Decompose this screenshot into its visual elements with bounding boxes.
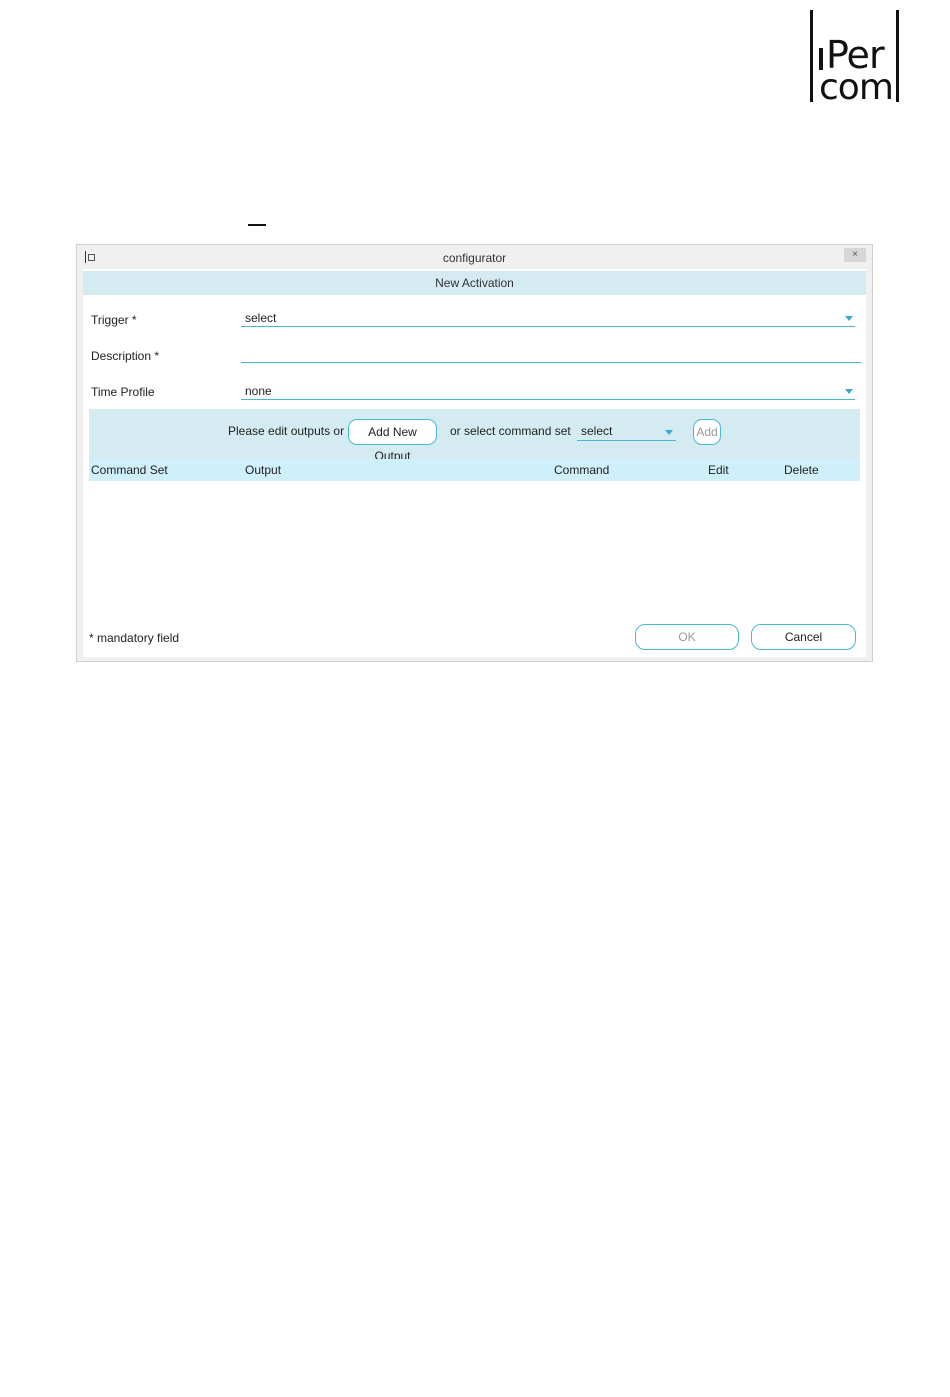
description-label: Description *: [91, 349, 160, 363]
window-title: configurator: [442, 251, 507, 265]
dialog-content: New Activation Trigger * select Descript…: [83, 269, 866, 657]
trigger-select[interactable]: select: [241, 309, 855, 327]
title-bar[interactable]: configurator ×: [77, 245, 872, 269]
column-command-set[interactable]: Command Set: [91, 459, 168, 481]
logo-right-bar: [896, 10, 899, 102]
column-edit[interactable]: Edit: [708, 459, 729, 481]
close-button[interactable]: ×: [844, 248, 866, 262]
description-input[interactable]: [241, 345, 861, 363]
command-set-select[interactable]: select: [577, 421, 676, 441]
logo-text-line2: com: [819, 67, 894, 108]
dialog-header: New Activation: [83, 271, 866, 295]
trigger-label: Trigger *: [91, 313, 137, 327]
time-profile-label: Time Profile: [91, 385, 155, 399]
decorative-dash: [248, 224, 266, 226]
mandatory-note: * mandatory field: [89, 631, 180, 645]
command-set-chevron-down-icon[interactable]: [665, 430, 673, 435]
select-command-set-prompt: or select command set: [450, 424, 571, 438]
cancel-button[interactable]: Cancel: [751, 624, 856, 650]
logo-left-bar: [810, 10, 813, 102]
time-profile-chevron-down-icon[interactable]: [845, 389, 853, 394]
add-new-output-button[interactable]: Add New Output: [348, 419, 437, 463]
configurator-window: configurator × New Activation Trigger * …: [76, 244, 873, 662]
add-command-set-button[interactable]: Add: [693, 419, 721, 445]
column-command[interactable]: Command: [554, 459, 609, 481]
ok-button[interactable]: OK: [635, 624, 739, 650]
command-bar: Please edit outputs or Add New Output or…: [89, 409, 860, 463]
column-delete[interactable]: Delete: [784, 459, 819, 481]
time-profile-select[interactable]: none: [241, 382, 855, 400]
column-output[interactable]: Output: [245, 459, 281, 481]
trigger-chevron-down-icon[interactable]: [845, 316, 853, 321]
iper-com-logo: Per com: [808, 10, 902, 108]
table-header: Command Set Output Command Edit Delete: [89, 459, 860, 481]
edit-outputs-prompt: Please edit outputs or: [228, 424, 345, 438]
